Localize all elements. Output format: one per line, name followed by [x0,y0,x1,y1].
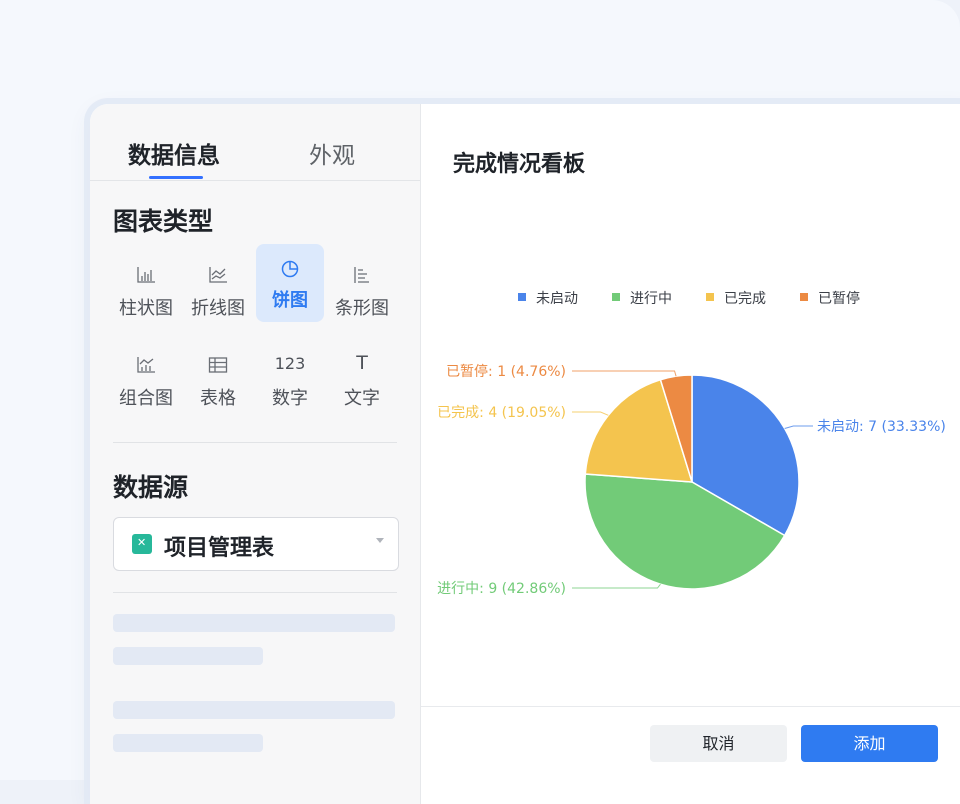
legend-label: 已完成 [724,291,766,307]
combo-chart-icon [137,357,155,373]
legend-label: 进行中 [630,291,672,307]
legend-swatch [800,293,808,301]
bar-chart-icon [137,267,155,283]
dialog-footer: 取消 添加 [421,706,960,804]
data-source-select[interactable]: ✕ 项目管理表 [113,517,399,571]
leader-line [572,411,609,416]
chevron-down-icon [376,538,384,543]
chart-type-label: 折线图 [191,298,245,319]
line-chart-icon [209,267,227,283]
cancel-button[interactable]: 取消 [650,725,787,762]
chart-config-dialog: 数据信息 外观 图表类型 柱状图 折线图 饼图 条形图 组合图 表格 123 数… [90,104,960,804]
chart-preview-panel: 完成情况看板 未启动 进行中 已完成 已暂停 未启动: 7 (33.33%) 进行中: 9… [421,104,960,804]
chart-type-table[interactable]: 表格 [184,342,252,420]
divider [113,592,397,593]
legend-swatch [612,293,620,301]
leader-line [784,425,813,429]
sheet-icon: ✕ [132,534,152,554]
loading-placeholder [113,734,263,752]
chart-type-pie[interactable]: 饼图 [256,244,324,322]
chart-type-horizontal-bar[interactable]: 条形图 [328,252,396,330]
loading-placeholder [113,647,263,665]
legend-label: 未启动 [536,291,578,307]
chart-type-label: 表格 [200,388,236,409]
chart-type-text[interactable]: T 文字 [328,342,396,420]
data-label: 未启动: 7 (33.33%) [817,419,946,435]
legend-swatch [706,293,714,301]
number-icon: 123 [274,354,306,373]
config-panel: 数据信息 外观 图表类型 柱状图 折线图 饼图 条形图 组合图 表格 123 数… [90,104,421,804]
horizontal-bar-icon [354,267,369,283]
leader-line [572,370,677,377]
legend-swatch [518,293,526,301]
loading-placeholder [113,701,395,719]
leader-line [572,583,661,589]
chart-type-label: 柱状图 [119,298,173,319]
data-label: 已暂停: 1 (4.76%) [446,363,566,380]
legend-label: 已暂停 [818,290,860,307]
chart-type-line[interactable]: 折线图 [184,252,252,330]
data-label: 进行中: 9 (42.86%) [437,581,566,597]
divider [113,442,397,443]
chart-type-label: 组合图 [119,388,173,409]
tab-bar: 数据信息 外观 [90,104,420,181]
chart-type-bar[interactable]: 柱状图 [112,252,180,330]
chart-type-label: 饼图 [272,290,308,311]
chart-type-label: 条形图 [335,298,389,319]
text-icon: T [356,352,368,374]
chart-type-label: 数字 [272,388,308,409]
data-label: 已完成: 4 (19.05%) [437,405,566,421]
add-button[interactable]: 添加 [801,725,938,762]
tab-appearance[interactable]: 外观 [309,136,355,170]
pie-chart: 未启动 进行中 已完成 已暂停未启动: 7 (33.33%) 进行中: 9 (42.86… [437,290,946,597]
chart-type-heading: 图表类型 [113,207,214,236]
data-source-heading: 数据源 [113,473,189,502]
active-tab-indicator [149,176,203,179]
chart-type-number[interactable]: 123 数字 [256,342,324,420]
chart-type-combo[interactable]: 组合图 [112,342,180,420]
pie-chart-icon [281,260,299,278]
table-icon [208,357,228,373]
data-source-value: 项目管理表 [164,536,275,561]
loading-placeholder [113,614,395,632]
chart-type-label: 文字 [344,388,380,409]
tab-data-info[interactable]: 数据信息 [128,136,220,170]
